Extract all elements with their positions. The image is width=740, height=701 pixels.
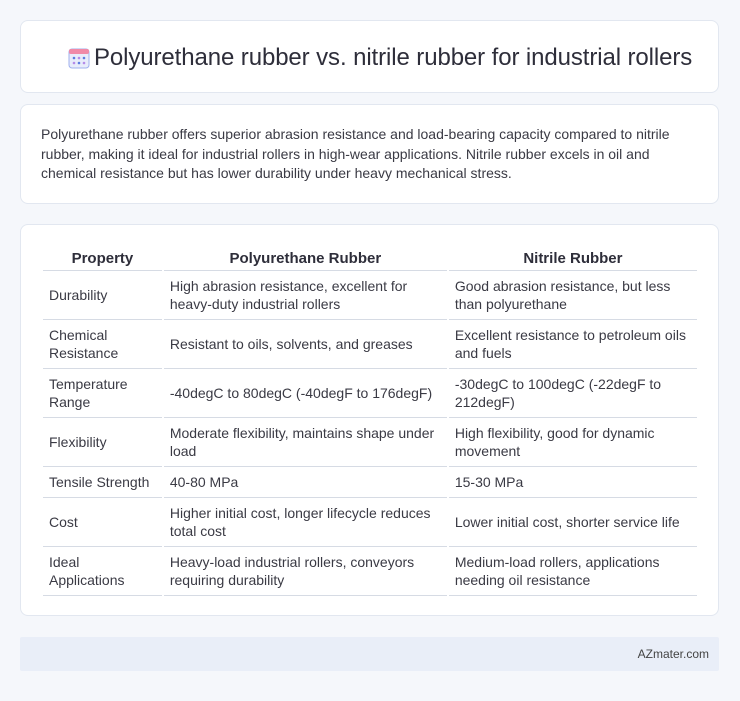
property-cell: Tensile Strength <box>43 467 162 498</box>
property-cell: Cost <box>43 498 162 547</box>
intro-card: Polyurethane rubber offers superior abra… <box>20 104 719 204</box>
polyurethane-cell: Heavy-load industrial rollers, conveyors… <box>163 547 447 596</box>
table-row: Tensile Strength 40-80 MPa 15-30 MPa <box>43 467 697 498</box>
table-row: Temperature Range -40degC to 80degC (-40… <box>43 369 697 418</box>
table-row: Durability High abrasion resistance, exc… <box>43 271 697 320</box>
header-nitrile: Nitrile Rubber <box>448 245 697 271</box>
polyurethane-cell: Higher initial cost, longer lifecycle re… <box>163 498 447 547</box>
nitrile-cell: -30degC to 100degC (-22degF to 212degF) <box>448 369 697 418</box>
comparison-card: Property Polyurethane Rubber Nitrile Rub… <box>20 224 719 616</box>
table-header-row: Property Polyurethane Rubber Nitrile Rub… <box>43 245 697 271</box>
page-title: Polyurethane rubber vs. nitrile rubber f… <box>94 44 693 71</box>
polyurethane-cell: Moderate flexibility, maintains shape un… <box>163 418 447 467</box>
property-cell: Temperature Range <box>43 369 162 418</box>
comparison-table: Property Polyurethane Rubber Nitrile Rub… <box>41 245 699 596</box>
table-row: Cost Higher initial cost, longer lifecyc… <box>43 498 697 547</box>
calendar-icon <box>68 48 90 69</box>
nitrile-cell: 15-30 MPa <box>448 467 697 498</box>
property-cell: Chemical Resistance <box>43 320 162 369</box>
nitrile-cell: Medium-load rollers, applications needin… <box>448 547 697 596</box>
nitrile-cell: Good abrasion resistance, but less than … <box>448 271 697 320</box>
header-property: Property <box>43 245 162 271</box>
nitrile-cell: Excellent resistance to petroleum oils a… <box>448 320 697 369</box>
property-cell: Ideal Applications <box>43 547 162 596</box>
property-cell: Durability <box>43 271 162 320</box>
table-row: Ideal Applications Heavy-load industrial… <box>43 547 697 596</box>
property-cell: Flexibility <box>43 418 162 467</box>
footer-bar: AZmater.com <box>20 637 719 671</box>
footer-site-link[interactable]: AZmater.com <box>638 647 709 661</box>
polyurethane-cell: High abrasion resistance, excellent for … <box>163 271 447 320</box>
intro-paragraph: Polyurethane rubber offers superior abra… <box>41 126 670 181</box>
header-polyurethane: Polyurethane Rubber <box>163 245 447 271</box>
polyurethane-cell: Resistant to oils, solvents, and greases <box>163 320 447 369</box>
nitrile-cell: Lower initial cost, shorter service life <box>448 498 697 547</box>
table-row: Chemical Resistance Resistant to oils, s… <box>43 320 697 369</box>
nitrile-cell: High flexibility, good for dynamic movem… <box>448 418 697 467</box>
polyurethane-cell: 40-80 MPa <box>163 467 447 498</box>
table-row: Flexibility Moderate flexibility, mainta… <box>43 418 697 467</box>
title-card: Polyurethane rubber vs. nitrile rubber f… <box>20 20 719 93</box>
polyurethane-cell: -40degC to 80degC (-40degF to 176degF) <box>163 369 447 418</box>
